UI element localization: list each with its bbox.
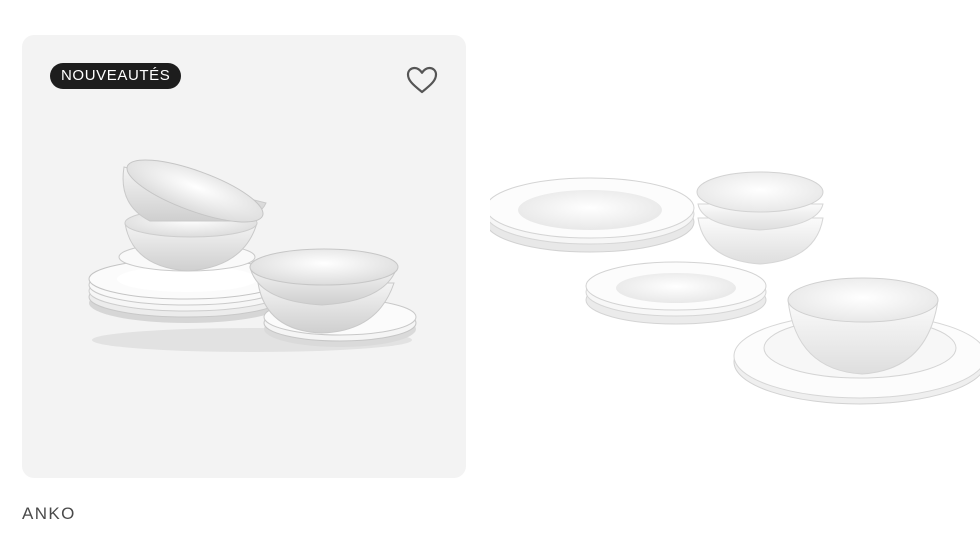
product-image-secondary[interactable] bbox=[490, 150, 980, 420]
product-image-primary[interactable] bbox=[22, 35, 466, 478]
heart-outline-icon[interactable] bbox=[406, 65, 438, 95]
new-arrivals-badge: NOUVEAUTÉS bbox=[50, 63, 182, 89]
product-card[interactable]: NOUVEAUTÉS bbox=[22, 35, 466, 478]
product-brand[interactable]: ANKO bbox=[22, 504, 76, 524]
